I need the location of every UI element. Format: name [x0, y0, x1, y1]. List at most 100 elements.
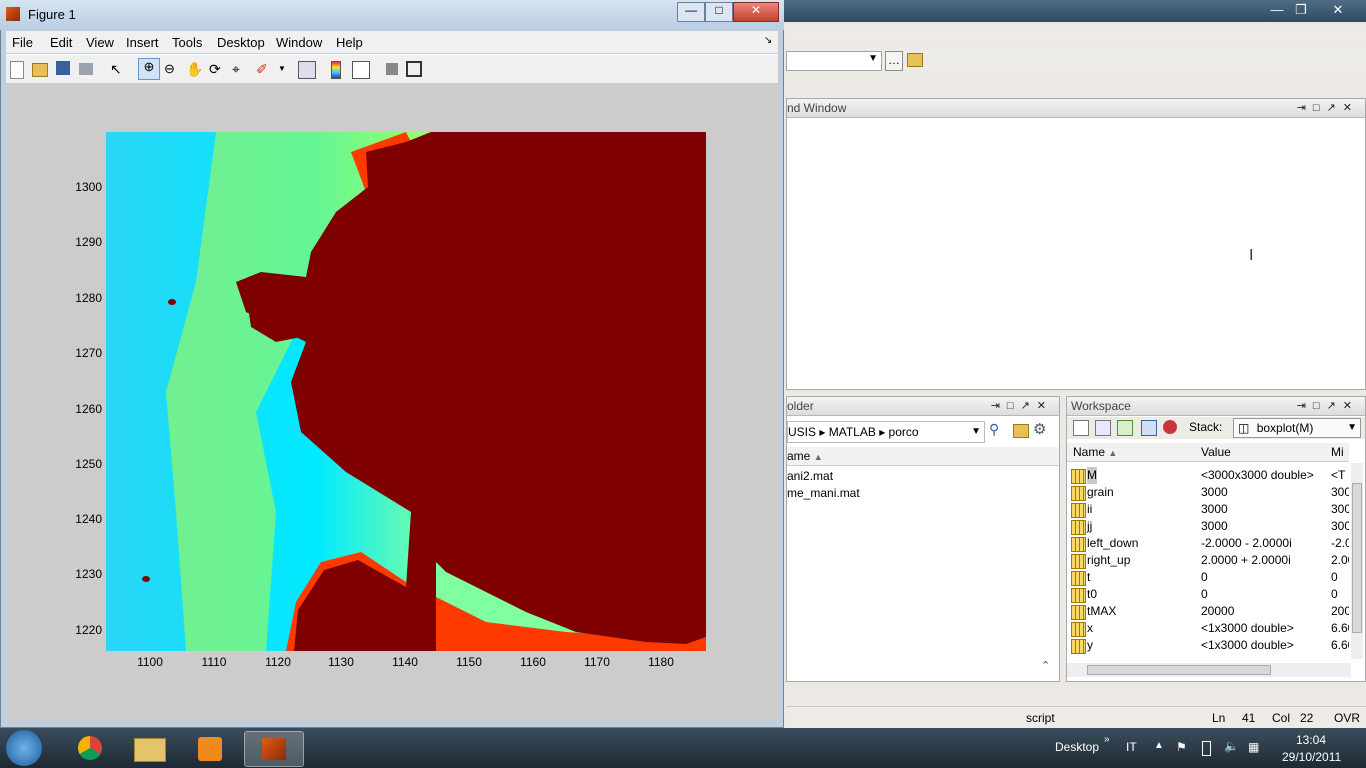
variable-value: <1x3000 double>	[1201, 621, 1294, 635]
stack-dropdown[interactable]: ◫ boxplot(M) ▼	[1233, 418, 1361, 438]
volume-icon[interactable]: 🔈	[1224, 739, 1239, 753]
brush-icon[interactable]: ✐	[256, 61, 272, 77]
variable-min: 200	[1331, 604, 1349, 618]
close-button[interactable]: ✕	[733, 2, 779, 22]
open-variable-icon[interactable]	[1095, 420, 1111, 436]
start-button[interactable]	[6, 730, 42, 766]
table-row[interactable]: left_down -2.0000 - 2.0000i -2.0	[1067, 535, 1349, 552]
chevron-right-icon[interactable]: »	[1104, 734, 1110, 745]
panel-controls[interactable]: ⇥□↗✕	[1297, 99, 1359, 117]
breadcrumb-item[interactable]: porco	[889, 425, 919, 439]
chrome-icon[interactable]	[64, 731, 116, 765]
chevron-down-icon[interactable]: ▼	[971, 422, 981, 442]
panel-controls[interactable]: ⇥□↗✕	[1297, 397, 1359, 415]
scroll-thumb[interactable]	[1352, 483, 1362, 633]
y-tick-label: 1270	[75, 346, 102, 360]
menu-help[interactable]: Help	[336, 35, 363, 50]
panel-controls[interactable]: ⇥□↗✕	[991, 397, 1053, 415]
list-item[interactable]: me_mani.mat	[787, 486, 860, 500]
breadcrumb-item[interactable]: USIS	[788, 425, 816, 439]
table-row[interactable]: t 0 0	[1067, 569, 1349, 586]
minimize-button[interactable]: —	[677, 2, 705, 22]
horizontal-scrollbar[interactable]	[1067, 663, 1351, 677]
menu-insert[interactable]: Insert	[126, 35, 159, 50]
gear-icon[interactable]: ⚙	[1033, 420, 1046, 438]
zoom-in-icon[interactable]: ⊕	[138, 58, 160, 80]
flag-icon[interactable]: ⚑	[1176, 740, 1187, 754]
open-file-icon[interactable]	[32, 63, 48, 77]
matlab-taskbar-icon[interactable]	[244, 731, 304, 767]
rotate-icon[interactable]: ⟳	[209, 61, 225, 77]
media-player-icon[interactable]	[184, 731, 236, 765]
network-icon[interactable]: ▦	[1248, 740, 1259, 754]
menu-file[interactable]: File	[12, 35, 33, 50]
tray-expand-icon[interactable]: ▲	[1154, 740, 1164, 751]
command-window-header: nd Window ⇥□↗✕	[787, 99, 1365, 118]
save-icon[interactable]	[56, 61, 70, 75]
chevron-down-icon[interactable]: ▼	[278, 64, 294, 80]
scroll-thumb[interactable]	[1087, 665, 1271, 675]
table-row[interactable]: x <1x3000 double> 6.60	[1067, 620, 1349, 637]
vertical-scrollbar[interactable]	[1351, 463, 1363, 659]
variable-min: 300	[1331, 502, 1349, 516]
data-cursor-icon[interactable]: ⌖	[232, 61, 248, 77]
colorbar-icon[interactable]	[331, 61, 341, 79]
menu-view[interactable]: View	[86, 35, 114, 50]
menu-desktop[interactable]: Desktop	[217, 35, 265, 50]
hide-plot-tools-icon[interactable]	[386, 63, 398, 75]
pointer-icon[interactable]: ↖	[110, 61, 126, 77]
minimize-button[interactable]: —	[1266, 1, 1288, 19]
zoom-out-icon[interactable]: ⊖	[164, 61, 180, 77]
status-ln-label: Ln	[1212, 711, 1226, 725]
current-folder-dropdown[interactable]: ▼	[786, 51, 882, 71]
menu-window[interactable]: Window	[276, 35, 322, 50]
column-header-name[interactable]: ame ▲	[787, 447, 1059, 466]
show-plot-tools-icon[interactable]	[406, 61, 422, 77]
column-header-min[interactable]: Mi	[1331, 443, 1344, 461]
folder-up-icon[interactable]	[1013, 424, 1029, 438]
delete-variable-icon[interactable]	[1163, 420, 1177, 434]
language-indicator[interactable]: IT	[1126, 740, 1137, 754]
new-variable-icon[interactable]	[1073, 420, 1089, 436]
variable-min: 2.00	[1331, 553, 1349, 567]
scroll-up-icon[interactable]: ⌃	[1041, 659, 1050, 672]
clock-date[interactable]: 29/10/2011	[1282, 750, 1341, 764]
table-row[interactable]: ii 3000 300	[1067, 501, 1349, 518]
explorer-icon[interactable]	[124, 731, 176, 765]
menu-edit[interactable]: Edit	[50, 35, 72, 50]
table-row[interactable]: jj 3000 300	[1067, 518, 1349, 535]
breadcrumb-item[interactable]: MATLAB	[829, 425, 876, 439]
new-figure-icon[interactable]	[10, 61, 24, 79]
variable-min: -2.0	[1331, 536, 1349, 550]
close-button[interactable]: ✕	[1318, 1, 1358, 19]
save-workspace-icon[interactable]	[1141, 420, 1157, 436]
dock-arrow-icon[interactable]: ↘	[764, 35, 772, 46]
command-window[interactable]: nd Window ⇥□↗✕ I	[786, 98, 1366, 390]
browse-folder-button[interactable]: …	[885, 51, 903, 71]
table-row[interactable]: grain 3000 300	[1067, 484, 1349, 501]
restore-button[interactable]: ❐	[1290, 1, 1312, 19]
link-plot-icon[interactable]	[298, 61, 316, 79]
print-icon[interactable]	[79, 63, 93, 75]
clock-time[interactable]: 13:04	[1296, 733, 1326, 747]
table-row[interactable]: right_up 2.0000 + 2.0000i 2.00	[1067, 552, 1349, 569]
plot-axes[interactable]	[106, 132, 706, 651]
table-row[interactable]: tMAX 20000 200	[1067, 603, 1349, 620]
search-icon[interactable]: ⚲	[989, 421, 1007, 439]
breadcrumb[interactable]: USIS ▸ MATLAB ▸ porco ▼	[787, 421, 985, 443]
x-tick-label: 1120	[265, 655, 291, 669]
legend-icon[interactable]	[352, 61, 370, 79]
battery-icon[interactable]	[1202, 741, 1211, 756]
column-header-name[interactable]: Name ▲	[1073, 443, 1117, 462]
list-item[interactable]: ani2.mat	[787, 469, 833, 483]
table-row[interactable]: y <1x3000 double> 6.60	[1067, 637, 1349, 654]
desktop-toolbar-label[interactable]: Desktop	[1055, 740, 1099, 754]
pan-icon[interactable]: ✋	[186, 61, 203, 77]
folder-up-icon[interactable]	[907, 53, 923, 67]
column-header-value[interactable]: Value	[1201, 443, 1231, 461]
table-row[interactable]: M <3000x3000 double> <T	[1067, 467, 1349, 484]
menu-tools[interactable]: Tools	[172, 35, 202, 50]
maximize-button[interactable]: □	[705, 2, 733, 22]
import-data-icon[interactable]	[1117, 420, 1133, 436]
table-row[interactable]: t0 0 0	[1067, 586, 1349, 603]
